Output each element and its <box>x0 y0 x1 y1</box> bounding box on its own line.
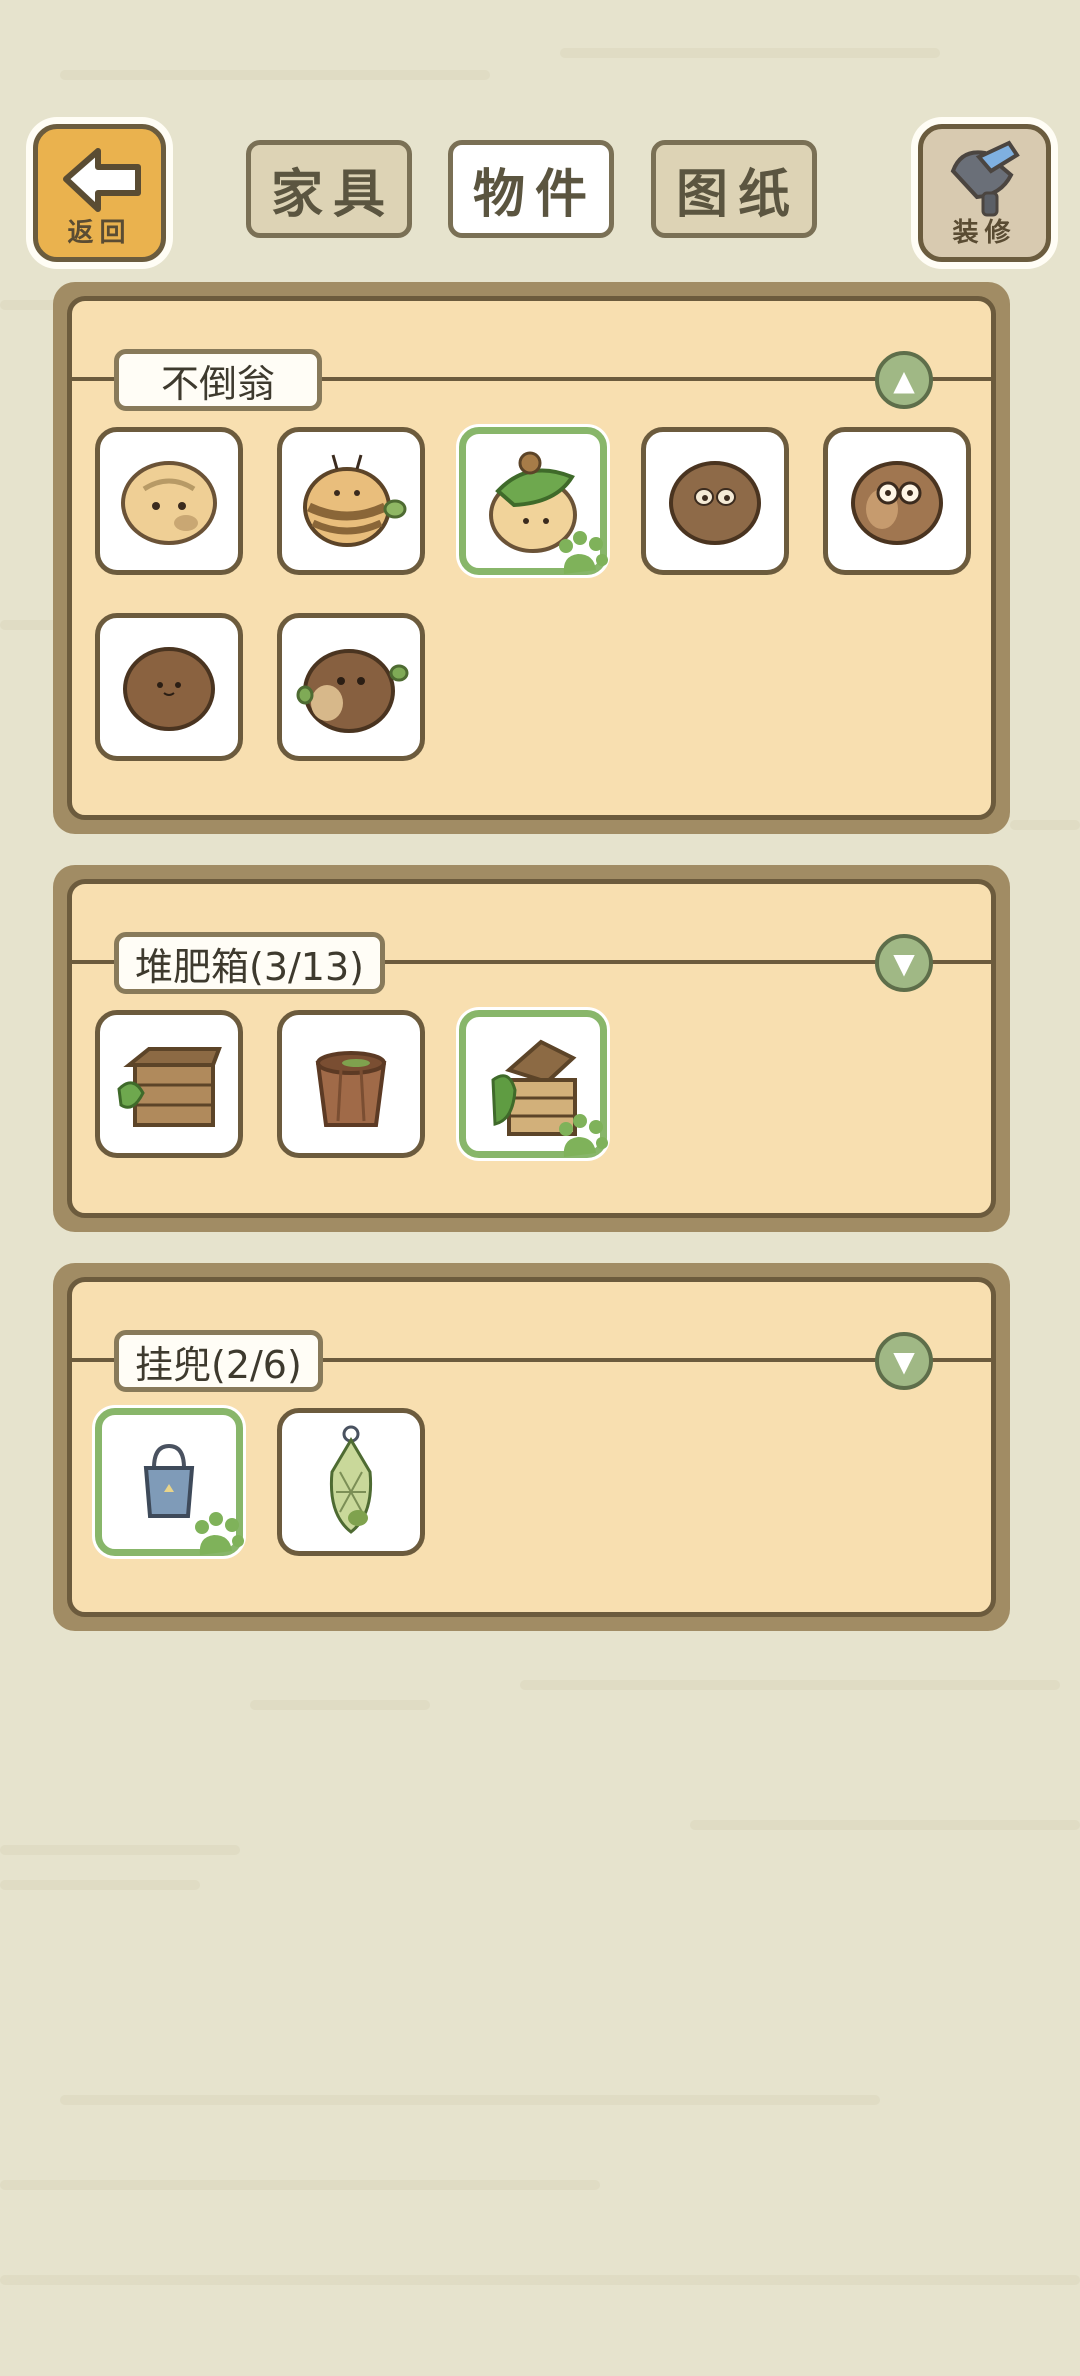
daruma-brown-face-icon <box>669 461 761 545</box>
section-title: 挂兜(2/6) <box>114 1330 323 1392</box>
frog-paw-icon <box>195 1512 244 1555</box>
back-label: 返回 <box>67 218 132 248</box>
section-compost: 堆肥箱(3/13) ▼ <box>53 865 1010 1232</box>
daruma-plain-icon <box>121 461 217 545</box>
decorate-button[interactable]: 装修 <box>918 124 1051 262</box>
section-title: 不倒翁 <box>114 349 322 411</box>
tab-blueprints-label: 图纸 <box>675 164 800 225</box>
item-tile[interactable] <box>95 427 243 575</box>
section-title: 堆肥箱(3/13) <box>114 932 385 994</box>
tab-blueprints[interactable]: 图纸 <box>651 140 817 238</box>
item-tile[interactable] <box>277 613 425 761</box>
frog-paw-icon <box>559 531 608 574</box>
tab-furniture-label: 家具 <box>270 164 395 225</box>
back-button[interactable]: 返回 <box>33 124 166 262</box>
item-tile[interactable] <box>641 427 789 575</box>
chevron-down-icon: ▼ <box>893 946 915 980</box>
decorate-label: 装修 <box>952 218 1017 248</box>
expand-toggle-button[interactable]: ▼ <box>875 934 933 992</box>
daruma-sprout-icon <box>296 649 409 733</box>
tab-items-label: 物件 <box>472 164 597 225</box>
section-daruma: 不倒翁 ▲ <box>53 282 1010 834</box>
item-tile-selected[interactable] <box>459 1010 608 1158</box>
collapse-toggle-button[interactable]: ▲ <box>875 351 933 409</box>
item-tile-selected[interactable] <box>459 427 608 575</box>
tab-furniture[interactable]: 家具 <box>246 140 412 238</box>
daruma-brown-icon <box>123 647 215 731</box>
item-tile[interactable] <box>277 1408 425 1556</box>
daruma-bee-icon <box>303 454 407 547</box>
item-tile[interactable] <box>277 1010 425 1158</box>
hanging-net-bag-icon <box>329 1425 373 1534</box>
frog-paw-icon <box>559 1114 608 1157</box>
compost-crate-icon <box>117 1047 222 1127</box>
item-tile-selected[interactable] <box>95 1408 244 1556</box>
daruma-owl-icon <box>851 461 943 545</box>
tab-items[interactable]: 物件 <box>448 140 614 238</box>
section-hanging-bags: 挂兜(2/6) ▼ <box>53 1263 1010 1631</box>
chevron-up-icon: ▲ <box>893 363 915 397</box>
item-tile[interactable] <box>277 427 425 575</box>
compost-bucket-icon <box>315 1051 387 1127</box>
item-tile[interactable] <box>95 1010 243 1158</box>
chevron-down-icon: ▼ <box>893 1344 915 1378</box>
item-tile[interactable] <box>95 613 243 761</box>
item-tile[interactable] <box>823 427 971 575</box>
expand-toggle-button[interactable]: ▼ <box>875 1332 933 1390</box>
